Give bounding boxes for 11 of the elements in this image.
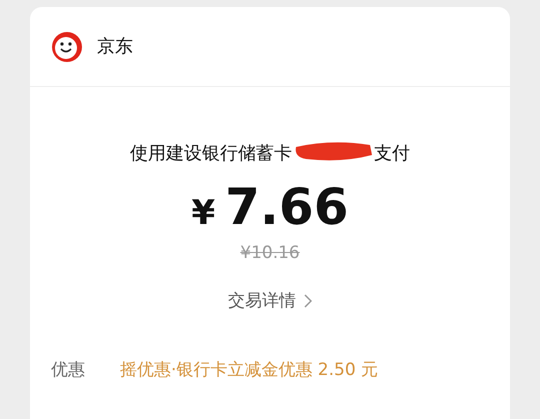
transaction-details-link[interactable]: 交易详情 — [228, 288, 312, 314]
discount-label: 优惠 — [51, 359, 86, 382]
merchant-name: 京东 — [97, 35, 133, 59]
currency-symbol: ¥ — [191, 192, 216, 235]
payment-method-suffix: 支付 — [374, 142, 410, 166]
discount-value: 摇优惠·银行卡立减金优惠 2.50 元 — [120, 359, 378, 382]
payment-amount: 7.66 — [225, 177, 349, 237]
chevron-right-icon — [304, 294, 312, 308]
payment-method-text: 使用建设银行储蓄卡 — [130, 142, 292, 166]
mascot-logo-icon — [51, 30, 83, 62]
original-price: ¥10.16 — [240, 242, 300, 265]
